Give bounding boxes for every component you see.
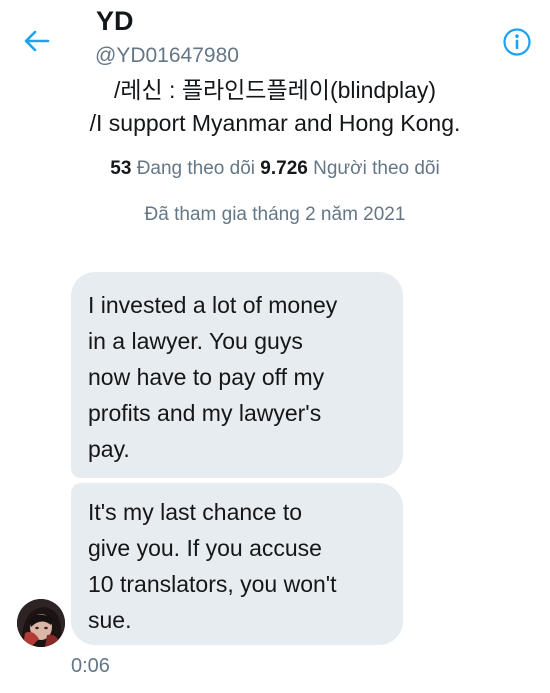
message-bubble[interactable]: I invested a lot of money in a lawyer. Y… (71, 272, 403, 478)
message-line: It's my last chance to (88, 499, 303, 525)
profile-stats: 53 Đang theo dõi 9.726 Người theo dõi (0, 158, 550, 180)
conversation-header: YD @YD01647980 (0, 0, 550, 76)
message-line: I invested a lot of money (88, 292, 338, 318)
message-line: profits and my lawyer's (88, 400, 322, 426)
following-count: 53 (110, 158, 132, 179)
avatar-image (17, 599, 65, 647)
message-line: give you. If you accuse (88, 535, 322, 561)
profile-bio: /레신 : 플라인드플레이(blindplay) /I support Myan… (0, 74, 550, 140)
message-line: sue. (88, 607, 132, 633)
sender-avatar[interactable] (17, 599, 65, 647)
message-line: now have to pay off my (88, 364, 325, 390)
message-line: pay. (88, 436, 130, 462)
message-line: in a lawyer. You guys (88, 328, 303, 354)
following-link[interactable]: 53 Đang theo dõi (110, 158, 255, 179)
bio-line: /I support Myanmar and Hong Kong. (89, 110, 461, 136)
bio-line: /레신 : 플라인드플레이(blindplay) (113, 77, 437, 103)
joined-date: Đã tham gia tháng 2 năm 2021 (144, 204, 406, 225)
message-line: 10 translators, you won't (88, 571, 337, 597)
arrow-left-icon (24, 30, 50, 52)
followers-label: Người theo dõi (313, 158, 440, 179)
header-handle: @YD01647980 (95, 44, 239, 67)
message-bubble[interactable]: It's my last chance to give you. If you … (71, 483, 403, 645)
followers-link[interactable]: 9.726 Người theo dõi (260, 158, 439, 179)
followers-count: 9.726 (260, 158, 308, 179)
header-title: YD (96, 6, 134, 36)
message-timestamp: 0:06 (71, 655, 110, 677)
info-circle-icon (503, 28, 531, 56)
info-button[interactable] (502, 27, 532, 57)
following-label: Đang theo dõi (136, 158, 256, 179)
back-button[interactable] (20, 26, 54, 56)
